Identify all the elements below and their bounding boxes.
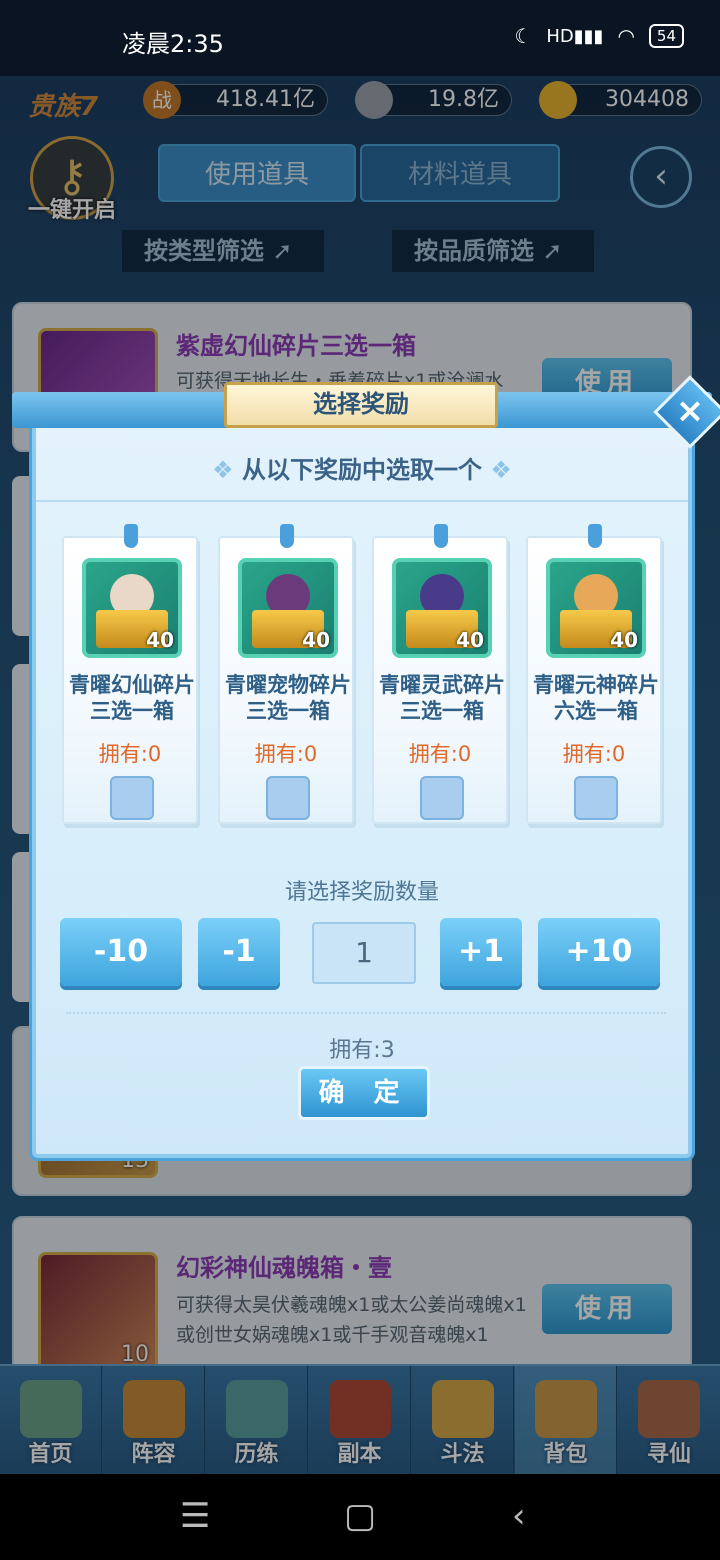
reward-count: 40 xyxy=(456,628,484,652)
reward-owned: 拥有:0 xyxy=(254,742,318,766)
dialog-title: 选择奖励 xyxy=(224,382,498,428)
pin-icon xyxy=(124,524,138,548)
dialog-subtitle-text: 从以下奖励中选取一个 xyxy=(242,456,482,484)
quantity-input[interactable]: 1 xyxy=(312,922,416,984)
plus-10-button[interactable]: +10 xyxy=(538,918,660,986)
signal-icon: HD▮▮▮ xyxy=(546,25,604,47)
reward-card[interactable]: 40 青曜灵武碎片三选一箱 拥有:0 xyxy=(372,524,508,824)
pin-icon xyxy=(280,524,294,548)
status-icons: ☾ HD▮▮▮ ◠ 54 xyxy=(514,24,684,48)
status-bar: 凌晨2:35 ☾ HD▮▮▮ ◠ 54 xyxy=(0,0,720,76)
menu-icon[interactable]: ☰ xyxy=(180,1496,210,1536)
diamond-icon: ❖ xyxy=(212,456,242,484)
reward-checkbox[interactable] xyxy=(574,776,618,820)
reward-owned: 拥有:0 xyxy=(562,742,626,766)
close-icon: × xyxy=(675,391,705,431)
android-nav-bar: ☰ ▢ ‹ xyxy=(0,1474,720,1560)
plus-1-button[interactable]: +1 xyxy=(440,918,522,986)
confirm-button[interactable]: 确 定 xyxy=(298,1066,430,1120)
reward-chest-icon: 40 xyxy=(82,558,182,658)
reward-card[interactable]: 40 青曜幻仙碎片三选一箱 拥有:0 xyxy=(62,524,198,824)
status-time: 凌晨2:35 xyxy=(122,30,224,58)
dialog-subtitle: ❖ 从以下奖励中选取一个 ❖ xyxy=(36,450,688,485)
home-square-icon[interactable]: ▢ xyxy=(344,1496,376,1536)
reward-owned: 拥有:0 xyxy=(98,742,162,766)
reward-chest-icon: 40 xyxy=(392,558,492,658)
back-icon[interactable]: ‹ xyxy=(512,1496,526,1536)
moon-icon: ☾ xyxy=(514,24,533,48)
reward-name: 青曜宠物碎片三选一箱 xyxy=(225,673,351,723)
reward-name: 青曜元神碎片六选一箱 xyxy=(533,673,659,723)
reward-name: 青曜幻仙碎片三选一箱 xyxy=(69,673,195,723)
reward-chest-icon: 40 xyxy=(546,558,646,658)
network-label: HD xyxy=(546,25,574,47)
battery-icon: 54 xyxy=(648,24,684,48)
divider xyxy=(66,1012,666,1014)
reward-count: 40 xyxy=(610,628,638,652)
reward-card[interactable]: 40 青曜宠物碎片三选一箱 拥有:0 xyxy=(218,524,354,824)
reward-card[interactable]: 40 青曜元神碎片六选一箱 拥有:0 xyxy=(526,524,662,824)
diamond-icon: ❖ xyxy=(482,456,512,484)
reward-count: 40 xyxy=(146,628,174,652)
reward-chest-icon: 40 xyxy=(238,558,338,658)
select-reward-dialog: 选择奖励 × ❖ 从以下奖励中选取一个 ❖ 40 青曜幻仙碎片三选一箱 拥有:0… xyxy=(12,375,720,1158)
reward-checkbox[interactable] xyxy=(110,776,154,820)
pin-icon xyxy=(434,524,448,548)
reward-checkbox[interactable] xyxy=(420,776,464,820)
reward-count: 40 xyxy=(302,628,330,652)
minus-10-button[interactable]: -10 xyxy=(60,918,182,986)
owned-total: 拥有:3 xyxy=(329,1038,395,1063)
reward-owned: 拥有:0 xyxy=(408,742,472,766)
quantity-label: 请选择奖励数量 xyxy=(284,880,439,905)
reward-name: 青曜灵武碎片三选一箱 xyxy=(379,673,505,723)
wifi-icon: ◠ xyxy=(617,24,635,48)
divider xyxy=(36,500,688,502)
pin-icon xyxy=(588,524,602,548)
minus-1-button[interactable]: -1 xyxy=(198,918,280,986)
reward-checkbox[interactable] xyxy=(266,776,310,820)
